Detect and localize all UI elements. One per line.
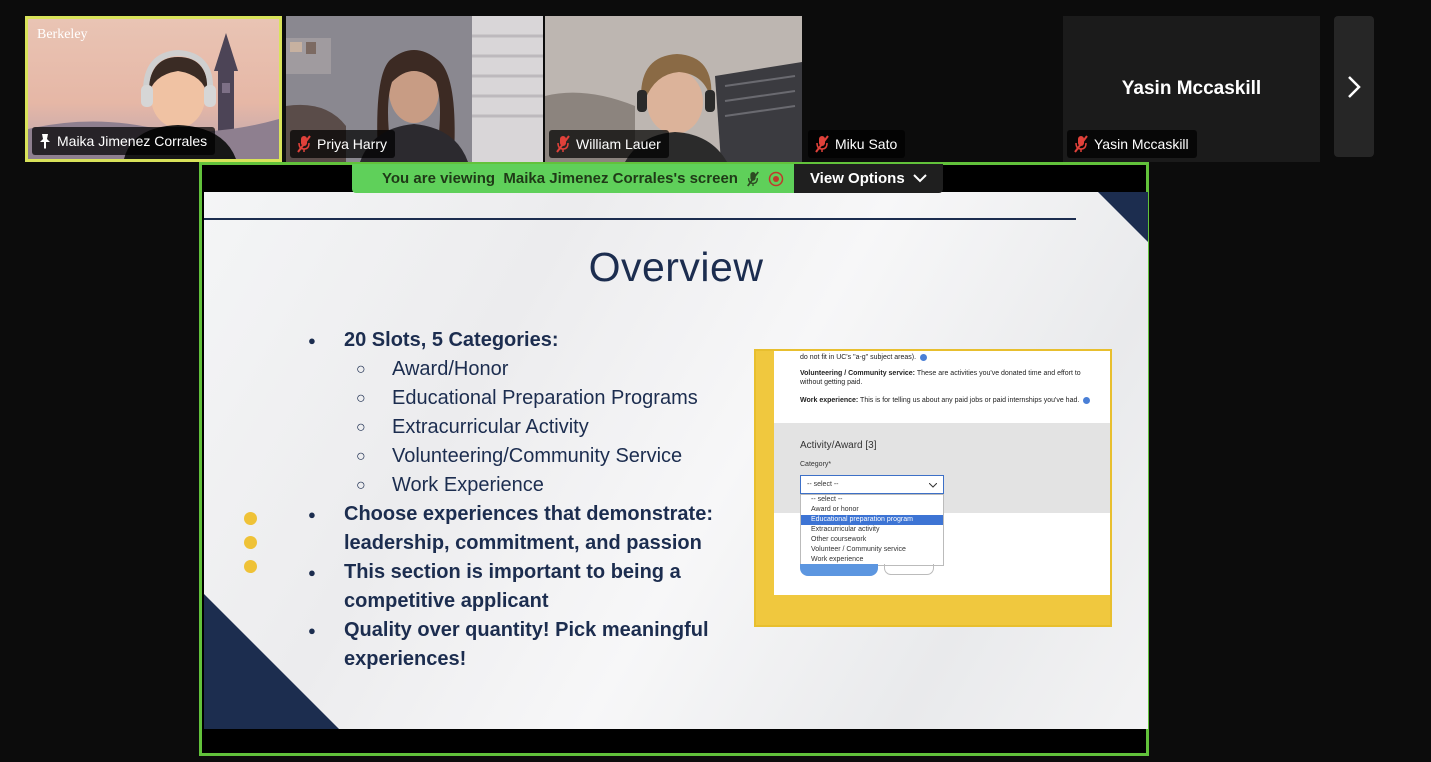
participant-name: William Lauer	[576, 136, 661, 152]
form-text: Work experience: This is for telling us …	[800, 396, 1100, 405]
muted-mic-icon	[747, 170, 759, 187]
dropdown-option-highlighted: Educational preparation program	[801, 515, 943, 525]
viewing-indicator: You are viewing Maika Jimenez Corrales's…	[352, 164, 794, 193]
bullet: Quality over quantity! Pick meaningful e…	[308, 616, 748, 674]
chevron-down-icon	[929, 483, 937, 488]
dropdown-option: -- select --	[811, 496, 843, 503]
sub-bullet: Work Experience	[308, 471, 748, 500]
participant-name: Yasin Mccaskill	[1094, 136, 1189, 152]
screen-share-banner: You are viewing Maika Jimenez Corrales's…	[352, 164, 943, 193]
form-text: Volunteering / Community service: These …	[800, 370, 1081, 386]
sub-bullet: Educational Preparation Programs	[308, 384, 748, 413]
muted-mic-icon	[1074, 135, 1088, 153]
category-dropdown: -- select -- Award or honor Educational …	[800, 494, 944, 566]
participant-tile-miku[interactable]: Miku Sato	[804, 16, 1061, 162]
slide-divider	[204, 218, 1076, 220]
participant-name-tag: Maika Jimenez Corrales	[32, 127, 216, 155]
form-text: do not fit in UC's "a-g" subject areas).	[800, 353, 1100, 362]
company-logo: Berkeley	[37, 27, 88, 42]
muted-mic-icon	[297, 135, 311, 153]
participant-name-tag: Priya Harry	[290, 130, 396, 158]
next-page-button[interactable]	[1334, 16, 1374, 157]
viewing-text: You are viewing Maika Jimenez Corrales's…	[382, 170, 738, 187]
dropdown-option: Volunteer / Community service	[811, 546, 906, 553]
slide-decoration	[1098, 192, 1148, 242]
shared-screen: Overview 20 Slots, 5 Categories: Award/H…	[199, 162, 1149, 756]
participant-name: Maika Jimenez Corrales	[57, 133, 208, 149]
chevron-down-icon	[912, 174, 927, 183]
form-field-label: Category*	[800, 461, 832, 468]
participant-name-tag: William Lauer	[549, 130, 669, 158]
presentation-slide: Overview 20 Slots, 5 Categories: Award/H…	[204, 192, 1148, 729]
sub-bullet: Volunteering/Community Service	[308, 442, 748, 471]
record-icon	[768, 171, 784, 186]
slide-bullets: 20 Slots, 5 Categories: Award/Honor Educ…	[308, 326, 748, 674]
sub-bullet: Award/Honor	[308, 355, 748, 384]
participant-strip: Berkeley Maika Jimenez Corrales Priya Ha…	[0, 0, 1431, 162]
participant-name: Miku Sato	[835, 136, 898, 152]
view-options-button[interactable]: View Options	[793, 164, 943, 193]
chevron-right-icon	[1348, 75, 1361, 98]
bullet: Choose experiences that demonstrate: lea…	[308, 500, 748, 558]
dropdown-option: Extracurricular activity	[811, 526, 880, 533]
participant-display-name: Yasin Mccaskill	[1121, 78, 1262, 99]
category-select: -- select --	[800, 475, 944, 494]
participant-name: Priya Harry	[317, 136, 388, 152]
muted-mic-icon	[556, 135, 570, 153]
sub-bullet: Extracurricular Activity	[308, 413, 748, 442]
participant-tile-priya[interactable]: Priya Harry	[286, 16, 543, 162]
participant-name-tag: Miku Sato	[808, 130, 906, 158]
participant-tile-yasin[interactable]: Yasin Mccaskill Yasin Mccaskill	[1063, 16, 1320, 162]
bullet: 20 Slots, 5 Categories:	[308, 326, 748, 355]
embedded-form-screenshot: do not fit in UC's "a-g" subject areas).…	[754, 349, 1112, 627]
participant-tile-maika[interactable]: Berkeley Maika Jimenez Corrales	[25, 16, 282, 162]
form-button	[884, 564, 934, 575]
pin-icon	[40, 134, 50, 149]
slide-title: Overview	[588, 244, 764, 290]
muted-mic-icon	[815, 135, 829, 153]
dropdown-option: Award or honor	[811, 506, 859, 513]
form-section-title: Activity/Award [3]	[800, 440, 877, 451]
decorative-dots	[244, 512, 257, 584]
form-button	[800, 564, 878, 576]
bullet: This section is important to being a com…	[308, 558, 748, 616]
view-options-label: View Options	[809, 170, 905, 187]
participant-tile-william[interactable]: William Lauer	[545, 16, 802, 162]
participant-name-tag: Yasin Mccaskill	[1067, 130, 1197, 158]
dropdown-option: Other coursework	[811, 536, 867, 543]
